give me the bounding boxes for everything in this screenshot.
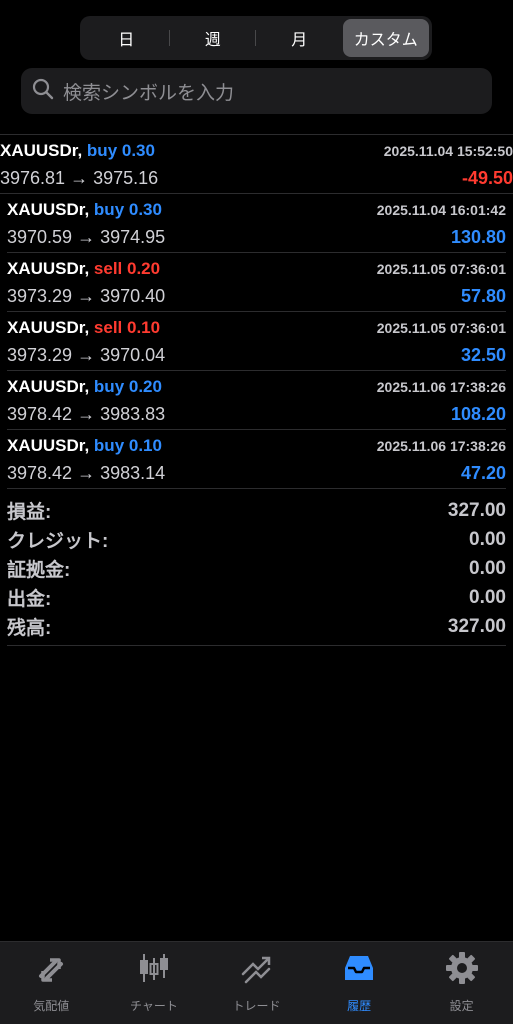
trade-profit: 108.20 [450, 404, 506, 424]
trade-row[interactable]: XAUUSDr, sell 0.10 2025.11.05 07:36:01 3… [7, 312, 506, 371]
trade-side: buy 0.10 [93, 436, 162, 455]
search-icon [31, 77, 55, 106]
trade-symbol: XAUUSDr, [7, 436, 90, 455]
trade-symbol-line: XAUUSDr, buy 0.30 [0, 141, 155, 161]
summary-label: 残高: [7, 618, 52, 639]
trade-symbol: XAUUSDr, [7, 318, 90, 337]
trade-prices: 3973.29 → 3970.40 [7, 286, 166, 306]
summary-label: 損益: [7, 502, 52, 523]
summary-value: 0.00 [469, 557, 506, 579]
tab-label: 設定 [449, 999, 474, 1013]
summary-profit-row: 損益: 327.00 [7, 496, 506, 525]
trade-profit: -49.50 [461, 168, 513, 188]
summary-value: 0.00 [469, 528, 506, 550]
trade-time: 2025.11.04 15:52:50 [383, 143, 513, 159]
tab-quotes[interactable]: 気配値 [0, 942, 103, 1024]
bottom-tab-bar: 気配値 チャート トレード 履歴 設定 [0, 941, 513, 1024]
summary-value: 0.00 [469, 586, 506, 608]
gear-icon [444, 950, 480, 991]
period-tab-custom[interactable]: カスタム [342, 19, 429, 57]
trade-prices: 3978.42 → 3983.14 [7, 463, 166, 483]
trade-symbol-line: XAUUSDr, buy 0.30 [7, 200, 162, 220]
trade-prices: 3973.29 → 3970.04 [7, 345, 166, 365]
trade-symbol-line: XAUUSDr, buy 0.20 [7, 377, 162, 397]
trade-profit: 47.20 [460, 463, 506, 483]
summary-label: 出金: [7, 589, 52, 610]
summary-label: クレジット: [7, 531, 109, 552]
period-tab-week[interactable]: 週 [170, 19, 257, 57]
summary-deposit-row: 証拠金: 0.00 [7, 554, 506, 583]
trade-row[interactable]: XAUUSDr, buy 0.10 2025.11.06 17:38:26 39… [7, 430, 506, 489]
trade-prices: 3970.59 → 3974.95 [7, 227, 166, 247]
trade-row[interactable]: XAUUSDr, buy 0.30 2025.11.04 16:01:42 39… [7, 194, 506, 253]
summary-credit-row: クレジット: 0.00 [7, 525, 506, 554]
trade-row[interactable]: XAUUSDr, sell 0.20 2025.11.05 07:36:01 3… [7, 253, 506, 312]
candlestick-icon [136, 950, 172, 991]
trade-side: sell 0.10 [93, 318, 161, 337]
tab-label: 気配値 [33, 999, 70, 1013]
period-tab-day[interactable]: 日 [83, 19, 170, 57]
trade-row[interactable]: XAUUSDr, buy 0.30 2025.11.04 15:52:50 39… [0, 135, 513, 194]
trade-prices: 3976.81 → 3975.16 [0, 168, 159, 188]
trade-symbol: XAUUSDr, [7, 200, 90, 219]
trade-icon [238, 950, 274, 991]
trade-symbol: XAUUSDr, [0, 141, 83, 160]
trade-time: 2025.11.05 07:36:01 [376, 320, 506, 336]
trade-row[interactable]: XAUUSDr, buy 0.20 2025.11.06 17:38:26 39… [7, 371, 506, 430]
trade-time: 2025.11.05 07:36:01 [376, 261, 506, 277]
period-tab-month[interactable]: 月 [256, 19, 343, 57]
summary-withdrawal-row: 出金: 0.00 [7, 583, 506, 612]
tab-settings[interactable]: 設定 [410, 942, 513, 1024]
tab-history[interactable]: 履歴 [308, 942, 411, 1024]
trade-symbol-line: XAUUSDr, buy 0.10 [7, 436, 162, 456]
tab-label: トレード [232, 999, 281, 1013]
trade-time: 2025.11.04 16:01:42 [376, 202, 506, 218]
summary-value: 327.00 [447, 499, 506, 521]
trade-symbol-line: XAUUSDr, sell 0.20 [7, 259, 160, 279]
summary-balance-row: 残高: 327.00 [7, 612, 506, 641]
trade-side: sell 0.20 [93, 259, 161, 278]
account-summary: 損益: 327.00 クレジット: 0.00 証拠金: 0.00 出金: 0.0… [7, 496, 506, 646]
trade-symbol-line: XAUUSDr, sell 0.10 [7, 318, 160, 338]
search-placeholder: 検索シンボルを入力 [63, 82, 235, 104]
tab-label: チャート [129, 999, 178, 1013]
summary-label: 証拠金: [7, 560, 71, 581]
summary-value: 327.00 [447, 615, 506, 637]
tab-label: 履歴 [347, 999, 372, 1013]
trade-time: 2025.11.06 17:38:26 [376, 379, 506, 395]
trade-profit: 32.50 [460, 345, 506, 365]
trade-side: buy 0.30 [86, 141, 155, 160]
trade-side: buy 0.30 [93, 200, 162, 219]
trade-history-list: XAUUSDr, buy 0.30 2025.11.04 15:52:50 39… [0, 134, 513, 489]
trade-time: 2025.11.06 17:38:26 [376, 438, 506, 454]
history-inbox-icon [341, 950, 377, 991]
trade-symbol: XAUUSDr, [7, 377, 90, 396]
trade-side: buy 0.20 [93, 377, 162, 396]
trade-symbol: XAUUSDr, [7, 259, 90, 278]
trade-prices: 3978.42 → 3983.83 [7, 404, 166, 424]
tab-trade[interactable]: トレード [205, 942, 308, 1024]
trade-profit: 130.80 [450, 227, 506, 247]
trade-profit: 57.80 [460, 286, 506, 306]
period-segmented-control: 日 週 月 カスタム [80, 16, 432, 60]
symbol-search-field[interactable]: 検索シンボルを入力 [21, 68, 492, 114]
quotes-icon [33, 950, 69, 991]
tab-chart[interactable]: チャート [103, 942, 206, 1024]
